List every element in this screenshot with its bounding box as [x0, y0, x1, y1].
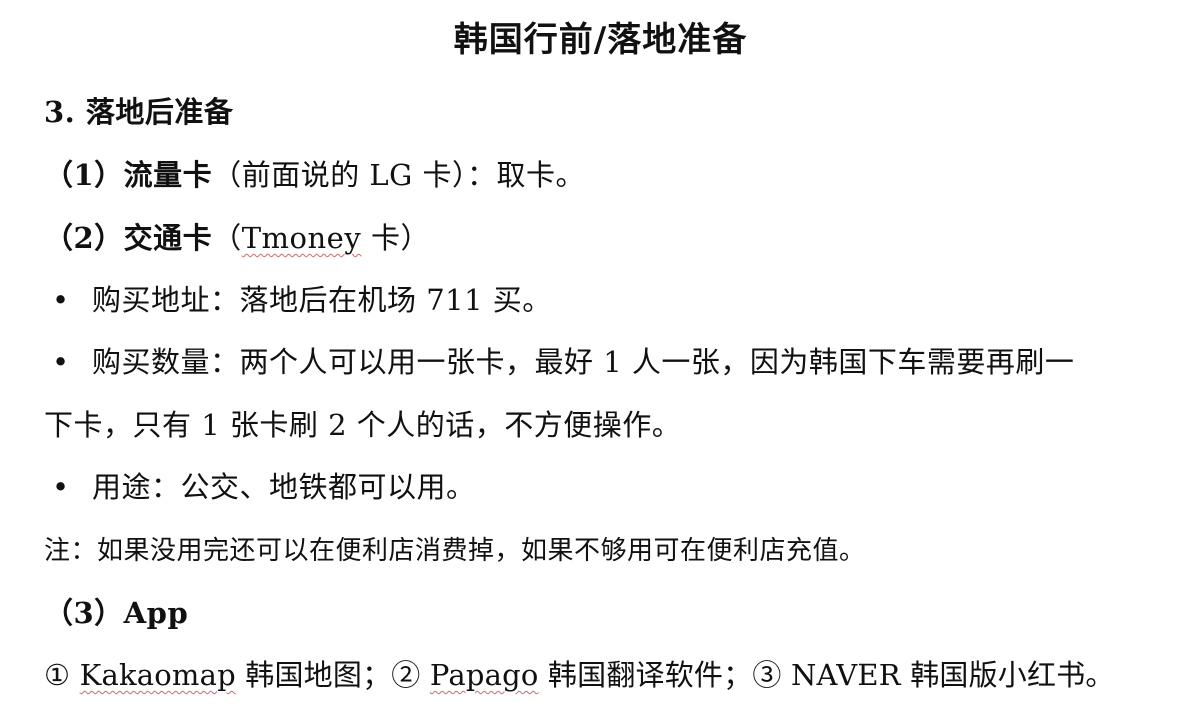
bullet-purchase-location: • 购买地址：落地后在机场 711 买。	[44, 280, 552, 320]
app-name-papago: Papago	[429, 658, 539, 692]
item-apps: （3）App	[44, 593, 188, 633]
app-name-kakaomap: Kakaomap	[79, 658, 236, 692]
app-number-2: ②	[391, 658, 421, 692]
item-apps-label: （3）App	[44, 596, 189, 630]
item-transport-paren-close: 卡）	[361, 221, 430, 255]
item-data-card-text: （前面说的 LG 卡）：取卡。	[212, 158, 586, 192]
app-name-naver: NAVER	[790, 658, 901, 692]
bullet-icon: •	[52, 283, 70, 317]
bullet-icon: •	[52, 345, 70, 379]
item-transport-paren-open: （	[212, 221, 242, 255]
bullet-text: 用途：公交、地铁都可以用。	[92, 470, 476, 504]
section-heading: 3. 落地后准备	[44, 95, 234, 129]
app-desc-2: 韩国翻译软件；	[547, 658, 753, 692]
document-page: 韩国行前/落地准备 3. 落地后准备 （1）流量卡（前面说的 LG 卡）：取卡。…	[0, 0, 1201, 721]
app-number-3: ③	[752, 658, 782, 692]
bullet-purchase-quantity-cont: 下卡，只有 1 张卡刷 2 个人的话，不方便操作。	[44, 408, 682, 442]
bullet-text: 购买数量：两个人可以用一张卡，最好 1 人一张，因为韩国下车需要再刷一	[92, 345, 1075, 379]
bullet-usage: • 用途：公交、地铁都可以用。	[44, 467, 476, 507]
bullet-purchase-quantity: • 购买数量：两个人可以用一张卡，最好 1 人一张，因为韩国下车需要再刷一	[44, 342, 1074, 382]
app-desc-3: 韩国版小红书。	[910, 658, 1115, 692]
item-transport-card-label: （2）交通卡	[44, 221, 213, 255]
item-data-card-label: （1）流量卡	[44, 158, 213, 192]
app-number-1: ①	[44, 658, 71, 692]
item-data-card: （1）流量卡（前面说的 LG 卡）：取卡。	[44, 155, 585, 195]
note-text: 注：如果没用完还可以在便利店消费掉，如果不够用可在便利店充值。	[44, 536, 866, 566]
bullet-text: 购买地址：落地后在机场 711 买。	[92, 283, 552, 317]
item-transport-card: （2）交通卡（Tmoney 卡）	[44, 218, 430, 258]
item-transport-term: Tmoney	[241, 221, 362, 255]
app-list: ① Kakaomap 韩国地图；② Papago 韩国翻译软件；③ NAVER …	[44, 655, 1115, 695]
bullet-icon: •	[52, 470, 70, 504]
app-desc-1: 韩国地图；	[245, 658, 392, 692]
page-title: 韩国行前/落地准备	[453, 20, 748, 60]
